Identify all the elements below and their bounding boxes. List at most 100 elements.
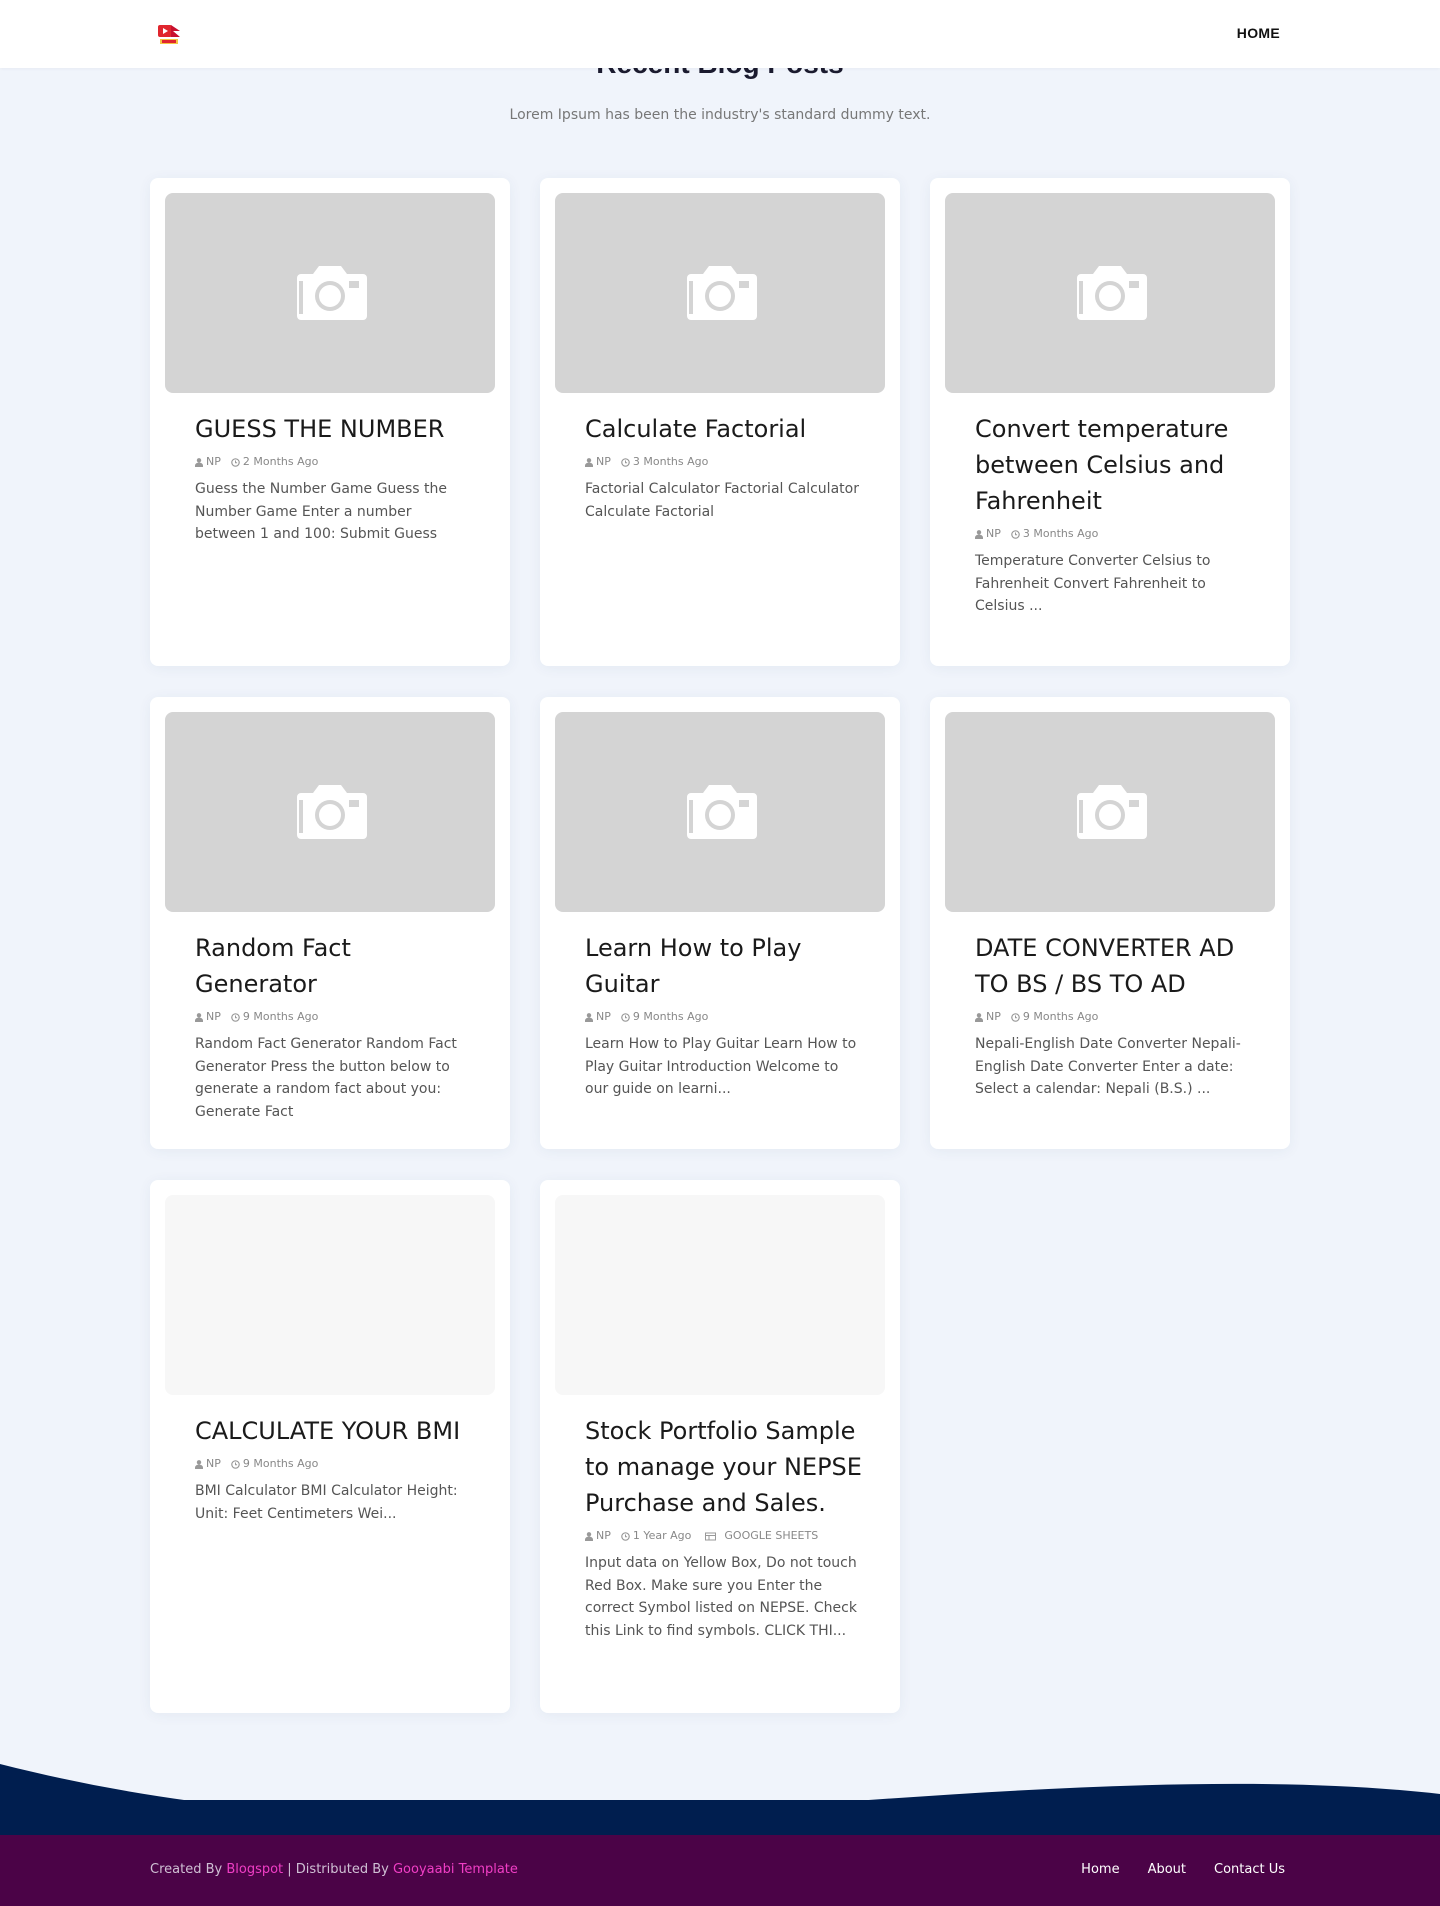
post-author[interactable]: NP xyxy=(975,527,1001,540)
post-excerpt: Random Fact Generator Random Fact Genera… xyxy=(195,1036,457,1120)
post-meta: NP 9 Months Ago xyxy=(195,1010,475,1023)
post-body: Random Fact Generator NP 9 Months Ago Rando… xyxy=(195,930,475,1123)
post-title[interactable]: DATE CONVERTER AD TO BS / BS TO AD xyxy=(975,930,1255,1002)
date-text: 9 Months Ago xyxy=(242,1457,319,1470)
post-excerpt: Factorial Calculator Factorial Calculato… xyxy=(585,481,859,520)
clock-icon xyxy=(231,1012,240,1022)
post-author[interactable]: NP xyxy=(585,1529,611,1542)
post-date: 1 Year Ago xyxy=(621,1529,692,1542)
user-icon xyxy=(195,457,203,467)
post-meta: NP 9 Months Ago xyxy=(585,1010,865,1023)
post-author[interactable]: NP xyxy=(585,1010,611,1023)
post-title[interactable]: GUESS THE NUMBER xyxy=(195,411,475,447)
post-date: 9 Months Ago xyxy=(621,1010,708,1023)
post-date: 9 Months Ago xyxy=(1011,1010,1098,1023)
post-thumbnail[interactable] xyxy=(165,712,495,912)
post-author[interactable]: NP xyxy=(195,455,221,468)
date-text: 1 Year Ago xyxy=(632,1529,692,1542)
post-body: DATE CONVERTER AD TO BS / BS TO AD NP 9 Mo… xyxy=(975,930,1255,1101)
author-name: NP xyxy=(596,455,611,468)
post-card[interactable]: Random Fact Generator NP 9 Months Ago Rando… xyxy=(150,697,510,1149)
clock-icon xyxy=(231,457,240,467)
user-icon xyxy=(195,1459,203,1469)
author-name: NP xyxy=(206,455,221,468)
post-thumbnail[interactable] xyxy=(555,712,885,912)
date-text: 3 Months Ago xyxy=(632,455,709,468)
camera-icon xyxy=(683,781,757,843)
post-title[interactable]: Random Fact Generator xyxy=(195,930,475,1002)
footer-about-link[interactable]: About xyxy=(1148,1862,1186,1877)
post-title[interactable]: Convert temperature between Celsius and … xyxy=(975,411,1255,519)
post-card[interactable]: Calculate Factorial NP 3 Months Ago Factori… xyxy=(540,178,900,666)
post-title[interactable]: CALCULATE YOUR BMI xyxy=(195,1413,475,1449)
user-icon xyxy=(975,1012,983,1022)
post-excerpt: BMI Calculator BMI Calculator Height: Un… xyxy=(195,1483,458,1522)
post-card[interactable]: Convert temperature between Celsius and … xyxy=(930,178,1290,666)
author-name: NP xyxy=(596,1529,611,1542)
post-author[interactable]: NP xyxy=(195,1457,221,1470)
user-icon xyxy=(975,529,983,539)
date-text: 9 Months Ago xyxy=(632,1010,709,1023)
post-thumbnail[interactable] xyxy=(165,1195,495,1395)
post-card[interactable]: Stock Portfolio Sample to manage your NE… xyxy=(540,1180,900,1713)
clock-icon xyxy=(1011,1012,1020,1022)
footer-home-link[interactable]: Home xyxy=(1081,1862,1119,1877)
author-name: NP xyxy=(596,1010,611,1023)
post-title[interactable]: Stock Portfolio Sample to manage your NE… xyxy=(585,1413,865,1521)
post-date: 3 Months Ago xyxy=(1011,527,1098,540)
post-title[interactable]: Learn How to Play Guitar xyxy=(585,930,865,1002)
post-thumbnail[interactable] xyxy=(555,193,885,393)
post-body: Convert temperature between Celsius and … xyxy=(975,411,1255,618)
post-card[interactable]: CALCULATE YOUR BMI NP 9 Months Ago BMI Calc… xyxy=(150,1180,510,1713)
post-meta: NP 3 Months Ago xyxy=(585,455,865,468)
post-author[interactable]: NP xyxy=(975,1010,1001,1023)
author-name: NP xyxy=(986,527,1001,540)
post-excerpt: Guess the Number Game Guess the Number G… xyxy=(195,481,447,542)
user-icon xyxy=(585,1012,593,1022)
post-meta: NP 9 Months Ago xyxy=(975,1010,1255,1023)
nav-home-link[interactable]: HOME xyxy=(1237,25,1280,41)
camera-icon xyxy=(1073,781,1147,843)
site-header: HOME xyxy=(0,0,1440,68)
date-text: 9 Months Ago xyxy=(242,1010,319,1023)
footer-contact-link[interactable]: Contact Us xyxy=(1214,1862,1285,1877)
site-logo-icon[interactable] xyxy=(156,22,182,48)
post-meta: NP 3 Months Ago xyxy=(975,527,1255,540)
template-link[interactable]: Gooyaabi Template xyxy=(393,1862,518,1877)
date-text: 9 Months Ago xyxy=(1022,1010,1099,1023)
post-date: 3 Months Ago xyxy=(621,455,708,468)
date-text: 2 Months Ago xyxy=(242,455,319,468)
post-meta: NP 1 Year Ago GOOGLE SHEETS xyxy=(585,1529,865,1542)
post-body: Learn How to Play Guitar NP 9 Months Ago Le… xyxy=(585,930,865,1101)
post-card[interactable]: GUESS THE NUMBER NP 2 Months Ago Guess the … xyxy=(150,178,510,666)
post-thumbnail[interactable] xyxy=(945,193,1275,393)
folder-icon xyxy=(705,1531,717,1541)
author-name: NP xyxy=(206,1010,221,1023)
blogspot-link[interactable]: Blogspot xyxy=(226,1862,283,1877)
camera-icon xyxy=(293,781,367,843)
post-title[interactable]: Calculate Factorial xyxy=(585,411,865,447)
post-card[interactable]: DATE CONVERTER AD TO BS / BS TO AD NP 9 Mo… xyxy=(930,697,1290,1149)
label-text: GOOGLE SHEETS xyxy=(724,1529,819,1542)
post-excerpt: Learn How to Play Guitar Learn How to Pl… xyxy=(585,1036,857,1097)
post-meta: NP 9 Months Ago xyxy=(195,1457,475,1470)
post-card[interactable]: Learn How to Play Guitar NP 9 Months Ago Le… xyxy=(540,697,900,1149)
clock-icon xyxy=(1011,529,1020,539)
post-body: CALCULATE YOUR BMI NP 9 Months Ago BMI Calc… xyxy=(195,1413,475,1525)
post-excerpt: Input data on Yellow Box, Do not touch R… xyxy=(585,1555,857,1639)
post-thumbnail[interactable] xyxy=(555,1195,885,1395)
post-author[interactable]: NP xyxy=(585,455,611,468)
camera-icon xyxy=(683,262,757,324)
user-icon xyxy=(195,1012,203,1022)
section-subtitle: Lorem Ipsum has been the industry's stan… xyxy=(509,107,931,123)
site-footer: Created By Blogspot | Distributed By Goo… xyxy=(0,1835,1440,1906)
post-date: 9 Months Ago xyxy=(231,1457,318,1470)
post-author[interactable]: NP xyxy=(195,1010,221,1023)
post-label[interactable]: GOOGLE SHEETS xyxy=(705,1529,818,1542)
clock-icon xyxy=(231,1459,240,1469)
post-body: Calculate Factorial NP 3 Months Ago Factori… xyxy=(585,411,865,523)
post-thumbnail[interactable] xyxy=(165,193,495,393)
post-thumbnail[interactable] xyxy=(945,712,1275,912)
created-by-text: Created By xyxy=(150,1862,223,1877)
post-body: GUESS THE NUMBER NP 2 Months Ago Guess the … xyxy=(195,411,475,546)
